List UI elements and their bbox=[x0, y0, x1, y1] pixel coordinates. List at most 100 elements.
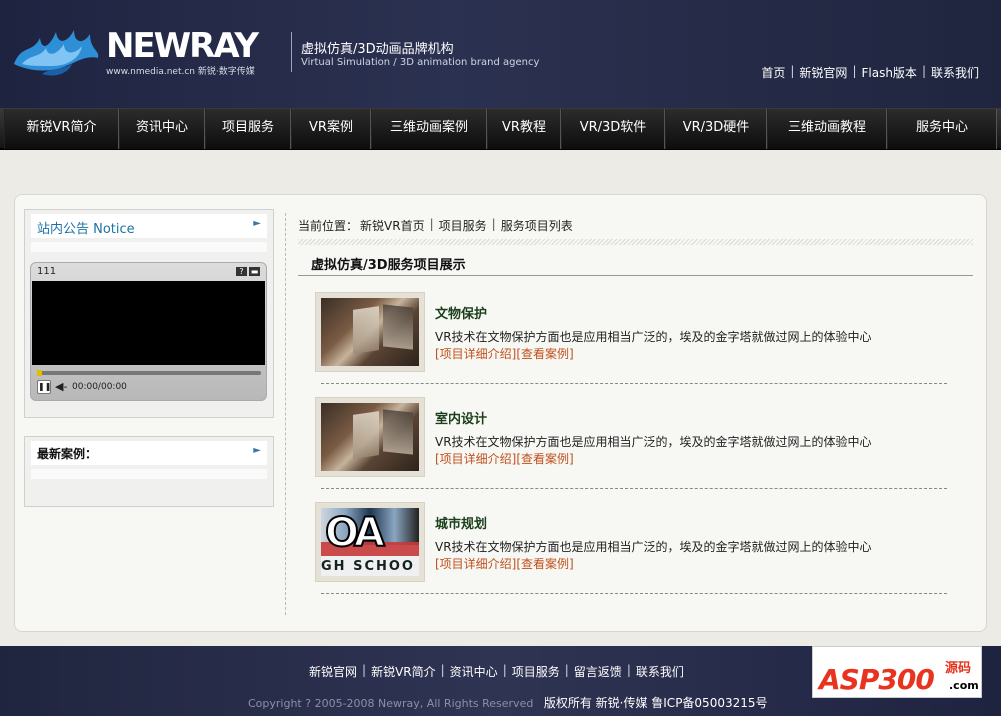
site-header: NEWRAY www.nmedia.net.cn 新锐·数字传媒 虚拟仿真/3D… bbox=[0, 0, 1001, 108]
section-title: 虚拟仿真/3D服务项目展示 bbox=[311, 258, 466, 273]
item-links: [项目详细介绍][查看案例] bbox=[435, 555, 574, 572]
arrow-right-icon[interactable]: ► bbox=[253, 218, 261, 229]
footer-link-vr-intro[interactable]: 新锐VR简介 bbox=[371, 663, 436, 680]
separator: | bbox=[502, 663, 507, 677]
item-case-link[interactable]: [查看案例] bbox=[516, 557, 573, 571]
item-thumbnail[interactable] bbox=[315, 397, 425, 477]
item-detail-link[interactable]: [项目详细介绍] bbox=[435, 557, 516, 571]
list-item: 文物保护 VR技术在文物保护方面也是应用相当广泛的，埃及的金字塔就做过网上的体验… bbox=[315, 292, 973, 392]
item-title[interactable]: 城市规划 bbox=[435, 513, 487, 532]
latest-cases-strip bbox=[31, 469, 267, 479]
rights-text: 版权所有 新锐·传媒 鲁ICP备05003215号 bbox=[543, 696, 768, 710]
separator: | bbox=[564, 663, 569, 677]
site-footer: 新锐官网 | 新锐VR简介 | 资讯中心 | 项目服务 | 留言返馈 | 联系我… bbox=[0, 646, 1001, 716]
nav-item-service-center[interactable]: 服务中心 bbox=[887, 109, 997, 149]
graffiti-text: GH SCHOO bbox=[321, 555, 419, 576]
item-links: [项目详细介绍][查看案例] bbox=[435, 450, 574, 467]
list-item: OA GH SCHOO 城市规划 VR技术在文物保护方面也是应用相当广泛的，埃及… bbox=[315, 502, 973, 602]
notice-header[interactable]: 站内公告 Notice ► bbox=[31, 214, 267, 238]
notice-title: 站内公告 Notice bbox=[37, 222, 135, 237]
breadcrumb: 当前位置： 新锐VR首页 | 项目服务 | 服务项目列表 bbox=[298, 217, 573, 234]
separator: | bbox=[790, 64, 795, 78]
top-links: 首页 | 新锐官网 | Flash版本 | 联系我们 bbox=[761, 64, 979, 81]
nav-item-vr-3d-software[interactable]: VR/3D软件 bbox=[561, 109, 665, 149]
breadcrumb-home[interactable]: 新锐VR首页 bbox=[360, 217, 425, 234]
content-panel: 站内公告 Notice ► 111 ? ▬ ❚❚ ◀- 00:00/00:00 … bbox=[14, 194, 987, 632]
item-divider bbox=[321, 383, 947, 384]
flame-logo-icon bbox=[14, 30, 99, 76]
footer-link-services[interactable]: 项目服务 bbox=[512, 663, 560, 680]
column-divider bbox=[285, 213, 286, 615]
item-thumbnail[interactable] bbox=[315, 292, 425, 372]
item-divider bbox=[321, 593, 947, 594]
item-detail-link[interactable]: [项目详细介绍] bbox=[435, 452, 516, 466]
item-links: [项目详细介绍][查看案例] bbox=[435, 345, 574, 362]
asp300-watermark-logo[interactable]: ASP300 源码 .com bbox=[812, 646, 982, 698]
item-title[interactable]: 文物保护 bbox=[435, 303, 487, 322]
nav-item-news[interactable]: 资讯中心 bbox=[119, 109, 205, 149]
arrow-right-icon[interactable]: ► bbox=[253, 445, 261, 456]
copyright: Copyright ? 2005-2008 Newray, All Rights… bbox=[248, 694, 768, 711]
item-description: VR技术在文物保护方面也是应用相当广泛的，埃及的金字塔就做过网上的体验中心 bbox=[435, 330, 872, 344]
watermark-brand: ASP300 bbox=[819, 663, 935, 696]
nav-item-3d-animation-cases[interactable]: 三维动画案例 bbox=[371, 109, 487, 149]
top-link-flash-version[interactable]: Flash版本 bbox=[861, 64, 916, 81]
latest-cases-header[interactable]: 最新案例： ► bbox=[31, 441, 267, 465]
nav-item-vr-3d-hardware[interactable]: VR/3D硬件 bbox=[665, 109, 767, 149]
footer-link-feedback[interactable]: 留言返馈 bbox=[574, 663, 622, 680]
separator: | bbox=[440, 663, 445, 677]
breadcrumb-label: 当前位置： bbox=[298, 219, 359, 233]
watermark-domain: .com bbox=[949, 679, 979, 692]
progress-knob[interactable] bbox=[37, 370, 42, 376]
item-description: VR技术在文物保护方面也是应用相当广泛的，埃及的金字塔就做过网上的体验中心 bbox=[435, 435, 872, 449]
logo-wordmark[interactable]: NEWRAY bbox=[106, 28, 259, 64]
separator: | bbox=[491, 217, 496, 231]
player-screen[interactable] bbox=[32, 281, 265, 365]
book-image bbox=[321, 403, 419, 471]
item-case-link[interactable]: [查看案例] bbox=[516, 347, 573, 361]
separator: | bbox=[852, 64, 857, 78]
footer-link-official-site[interactable]: 新锐官网 bbox=[309, 663, 357, 680]
item-description: VR技术在文物保护方面也是应用相当广泛的，埃及的金字塔就做过网上的体验中心 bbox=[435, 540, 872, 554]
breadcrumb-list[interactable]: 服务项目列表 bbox=[501, 217, 573, 234]
footer-link-contact[interactable]: 联系我们 bbox=[636, 663, 684, 680]
breadcrumb-services[interactable]: 项目服务 bbox=[439, 217, 487, 234]
separator: | bbox=[362, 663, 367, 677]
logo-divider bbox=[291, 32, 292, 72]
separator: | bbox=[626, 663, 631, 677]
nav-item-vr-tutorials[interactable]: VR教程 bbox=[487, 109, 561, 149]
nav-item-vr-intro[interactable]: 新锐VR简介 bbox=[4, 109, 119, 149]
top-link-official-site[interactable]: 新锐官网 bbox=[799, 64, 847, 81]
copyright-text: Copyright ? 2005-2008 Newray, All Rights… bbox=[248, 697, 534, 710]
item-divider bbox=[321, 488, 947, 489]
player-time: 00:00/00:00 bbox=[72, 382, 127, 392]
item-thumbnail[interactable]: OA GH SCHOO bbox=[315, 502, 425, 582]
graffiti-image: OA GH SCHOO bbox=[321, 508, 419, 576]
notice-strip bbox=[31, 242, 267, 252]
minimize-icon[interactable]: ▬ bbox=[249, 267, 260, 276]
footer-link-news[interactable]: 资讯中心 bbox=[450, 663, 498, 680]
title-rule bbox=[298, 275, 973, 276]
top-link-contact[interactable]: 联系我们 bbox=[931, 64, 979, 81]
latest-cases-title: 最新案例： bbox=[37, 447, 98, 461]
media-player: 111 ? ▬ ❚❚ ◀- 00:00/00:00 bbox=[30, 262, 267, 401]
item-title[interactable]: 室内设计 bbox=[435, 408, 487, 427]
item-case-link[interactable]: [查看案例] bbox=[516, 452, 573, 466]
pause-button[interactable]: ❚❚ bbox=[37, 380, 51, 394]
help-icon[interactable]: ? bbox=[236, 267, 247, 276]
tagline-chinese: 虚拟仿真/3D动画品牌机构 bbox=[301, 42, 454, 57]
nav-item-vr-cases[interactable]: VR案例 bbox=[291, 109, 371, 149]
item-detail-link[interactable]: [项目详细介绍] bbox=[435, 347, 516, 361]
nav-item-services[interactable]: 项目服务 bbox=[205, 109, 291, 149]
top-link-home[interactable]: 首页 bbox=[761, 64, 785, 81]
volume-icon[interactable]: ◀- bbox=[55, 380, 67, 393]
notice-box: 站内公告 Notice ► 111 ? ▬ ❚❚ ◀- 00:00/00:00 bbox=[24, 209, 274, 418]
player-title: 111 bbox=[37, 266, 57, 277]
tagline-english: Virtual Simulation / 3D animation brand … bbox=[301, 57, 540, 68]
player-progress-bar[interactable] bbox=[37, 370, 261, 376]
footer-links: 新锐官网 | 新锐VR简介 | 资讯中心 | 项目服务 | 留言返馈 | 联系我… bbox=[309, 663, 684, 680]
watermark-tag: 源码 bbox=[945, 661, 972, 676]
graffiti-letters: OA bbox=[324, 509, 386, 557]
nav-item-3d-animation-tutorials[interactable]: 三维动画教程 bbox=[767, 109, 887, 149]
list-item: 室内设计 VR技术在文物保护方面也是应用相当广泛的，埃及的金字塔就做过网上的体验… bbox=[315, 397, 973, 497]
